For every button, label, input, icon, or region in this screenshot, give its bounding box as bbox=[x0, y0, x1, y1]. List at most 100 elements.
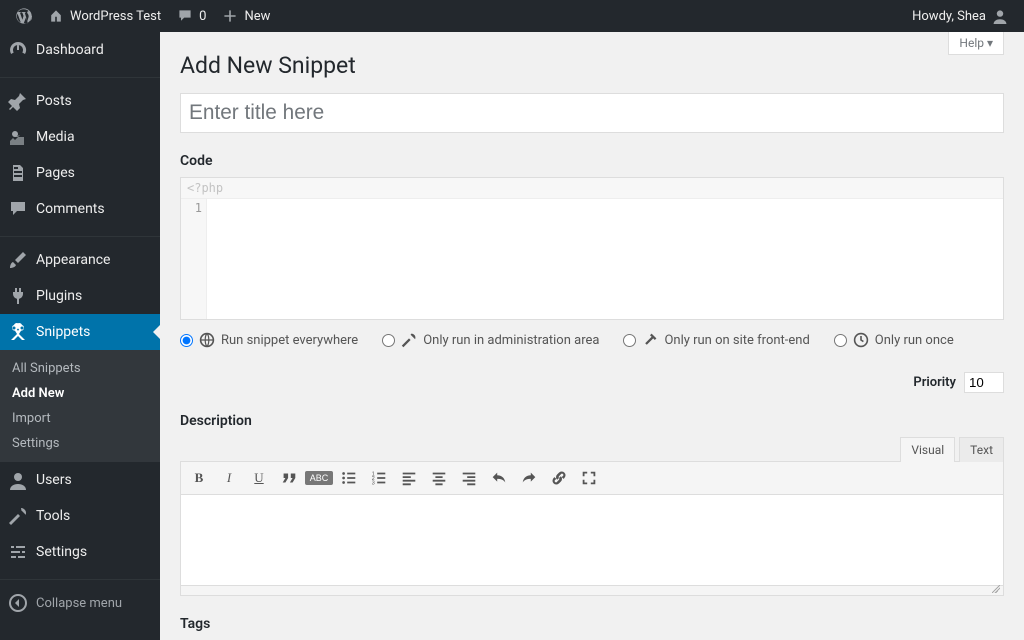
scope-label: Only run in administration area bbox=[423, 333, 599, 348]
menu-dashboard[interactable]: Dashboard bbox=[0, 32, 160, 68]
user-icon bbox=[8, 470, 28, 490]
align-left-icon bbox=[400, 469, 418, 487]
menu-label: Appearance bbox=[36, 252, 110, 268]
scope-admin[interactable]: Only run in administration area bbox=[382, 332, 599, 348]
avatar-icon bbox=[992, 8, 1008, 24]
scope-everywhere[interactable]: Run snippet everywhere bbox=[180, 332, 358, 348]
scope-everywhere-radio[interactable] bbox=[180, 334, 193, 347]
tab-visual[interactable]: Visual bbox=[900, 437, 955, 462]
menu-label: Media bbox=[36, 129, 75, 145]
scope-once[interactable]: Only run once bbox=[834, 332, 954, 348]
expand-icon bbox=[580, 469, 598, 487]
code-textarea[interactable] bbox=[207, 199, 1003, 319]
menu-label: Settings bbox=[36, 544, 87, 560]
new-content-link[interactable]: New bbox=[214, 0, 278, 32]
fullscreen-button[interactable] bbox=[575, 464, 603, 492]
brush-icon bbox=[8, 250, 28, 270]
howdy-text: Howdy, Shea bbox=[912, 9, 986, 24]
submenu-import[interactable]: Import bbox=[0, 406, 160, 431]
collapse-icon bbox=[8, 593, 28, 613]
menu-pages[interactable]: Pages bbox=[0, 155, 160, 191]
svg-text:3: 3 bbox=[372, 480, 375, 486]
snippet-title-input[interactable] bbox=[180, 93, 1004, 133]
quote-button[interactable] bbox=[275, 464, 303, 492]
bullet-list-button[interactable] bbox=[335, 464, 363, 492]
code-editor: <?php 1 bbox=[180, 177, 1004, 320]
page-body: Help Add New Snippet Code <?php 1 Run sn… bbox=[160, 32, 1024, 640]
tab-text[interactable]: Text bbox=[959, 437, 1004, 462]
dashboard-icon bbox=[8, 40, 28, 60]
wordpress-icon bbox=[16, 8, 32, 24]
redo-button[interactable] bbox=[515, 464, 543, 492]
scope-frontend-radio[interactable] bbox=[623, 334, 636, 347]
link-icon bbox=[550, 469, 568, 487]
submenu-settings[interactable]: Settings bbox=[0, 431, 160, 456]
menu-label: Snippets bbox=[36, 324, 90, 340]
wrench-icon bbox=[401, 332, 417, 348]
align-right-icon bbox=[460, 469, 478, 487]
code-heading: Code bbox=[180, 153, 1004, 169]
admin-menu: Dashboard Posts Media Pages Comments App… bbox=[0, 32, 160, 640]
wp-logo[interactable] bbox=[8, 0, 40, 32]
scissors-icon bbox=[8, 322, 28, 342]
menu-label: Tools bbox=[36, 508, 70, 524]
number-list-button[interactable]: 123 bbox=[365, 464, 393, 492]
menu-tools[interactable]: Tools bbox=[0, 498, 160, 534]
account-link[interactable]: Howdy, Shea bbox=[904, 0, 1016, 32]
submenu-add-new[interactable]: Add New bbox=[0, 381, 160, 406]
help-label: Help bbox=[959, 36, 984, 50]
align-right-button[interactable] bbox=[455, 464, 483, 492]
home-icon bbox=[48, 8, 64, 24]
submenu-all-snippets[interactable]: All Snippets bbox=[0, 356, 160, 381]
media-icon bbox=[8, 127, 28, 147]
link-button[interactable] bbox=[545, 464, 573, 492]
description-textarea[interactable] bbox=[181, 495, 1003, 585]
align-center-button[interactable] bbox=[425, 464, 453, 492]
menu-plugins[interactable]: Plugins bbox=[0, 278, 160, 314]
plus-icon bbox=[222, 8, 238, 24]
priority-wrap: Priority bbox=[913, 372, 1004, 393]
collapse-menu[interactable]: Collapse menu bbox=[0, 585, 160, 621]
sliders-icon bbox=[8, 542, 28, 562]
menu-label: Dashboard bbox=[36, 42, 104, 58]
scope-row: Run snippet everywhere Only run in admin… bbox=[180, 332, 1004, 393]
scope-once-radio[interactable] bbox=[834, 334, 847, 347]
italic-button[interactable]: I bbox=[215, 464, 243, 492]
menu-label: Users bbox=[36, 472, 72, 488]
menu-media[interactable]: Media bbox=[0, 119, 160, 155]
pin-icon bbox=[8, 91, 28, 111]
menu-label: Comments bbox=[36, 201, 105, 217]
strikethrough-button[interactable]: ABC bbox=[305, 471, 333, 485]
clock-icon bbox=[853, 332, 869, 348]
menu-posts[interactable]: Posts bbox=[0, 83, 160, 119]
menu-comments[interactable]: Comments bbox=[0, 191, 160, 227]
scope-admin-radio[interactable] bbox=[382, 334, 395, 347]
scope-frontend[interactable]: Only run on site front-end bbox=[623, 332, 809, 348]
plug-icon bbox=[8, 286, 28, 306]
underline-button[interactable]: U bbox=[245, 464, 273, 492]
comment-icon bbox=[177, 8, 193, 24]
undo-button[interactable] bbox=[485, 464, 513, 492]
align-left-button[interactable] bbox=[395, 464, 423, 492]
editor-resize-handle[interactable] bbox=[181, 585, 1003, 595]
site-link[interactable]: WordPress Test bbox=[40, 0, 169, 32]
admin-bar: WordPress Test 0 New Howdy, Shea bbox=[0, 0, 1024, 32]
menu-settings[interactable]: Settings bbox=[0, 534, 160, 570]
menu-label: Pages bbox=[36, 165, 75, 181]
bold-button[interactable]: B bbox=[185, 464, 213, 492]
editor-tabs: Visual Text bbox=[180, 437, 1004, 462]
code-prefix: <?php bbox=[181, 178, 1003, 199]
redo-icon bbox=[520, 469, 538, 487]
menu-snippets[interactable]: Snippets bbox=[0, 314, 160, 350]
site-name: WordPress Test bbox=[70, 9, 161, 24]
description-editor: B I U ABC 123 bbox=[180, 461, 1004, 596]
tags-heading: Tags bbox=[180, 616, 1004, 632]
scope-label: Run snippet everywhere bbox=[221, 333, 358, 348]
menu-users[interactable]: Users bbox=[0, 462, 160, 498]
menu-appearance[interactable]: Appearance bbox=[0, 242, 160, 278]
list-ul-icon bbox=[340, 469, 358, 487]
help-tab[interactable]: Help bbox=[948, 32, 1004, 55]
priority-input[interactable] bbox=[964, 372, 1004, 393]
comment-icon bbox=[8, 199, 28, 219]
comments-link[interactable]: 0 bbox=[169, 0, 214, 32]
